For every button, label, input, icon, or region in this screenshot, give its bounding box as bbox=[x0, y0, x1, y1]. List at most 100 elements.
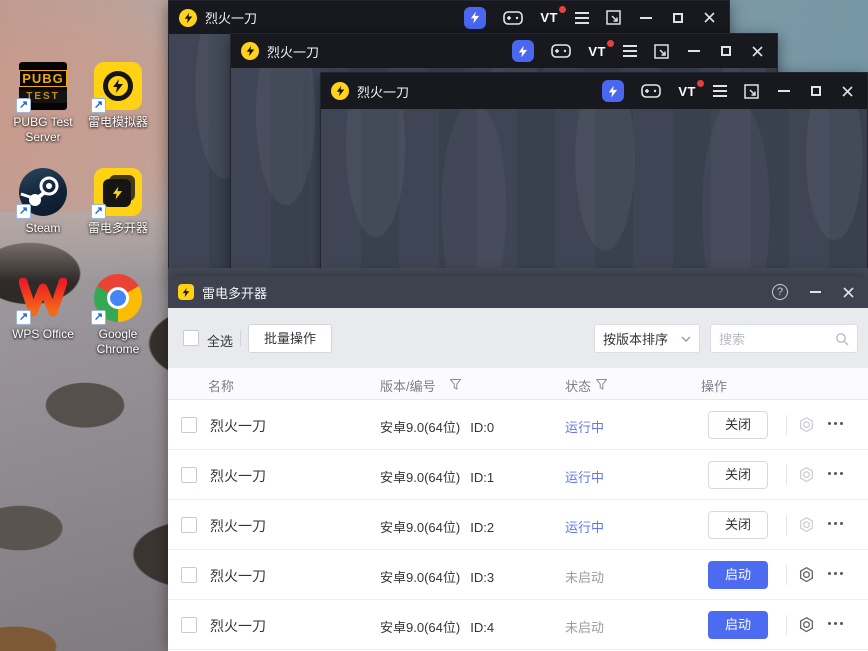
desktop-icon-ld-multi[interactable]: ↗ 雷电多开器 bbox=[80, 168, 156, 236]
maximize-button[interactable] bbox=[811, 86, 821, 96]
settings-gear-icon[interactable] bbox=[798, 566, 815, 589]
pubg-art-text: PUBG bbox=[19, 69, 67, 87]
stop-button[interactable]: 关闭 bbox=[708, 411, 768, 439]
icon-label: PUBG Test Server bbox=[13, 115, 73, 144]
instance-row[interactable]: 烈火一刀 安卓9.0(64位) ID:0 运行中 关闭 bbox=[168, 400, 868, 450]
start-button[interactable]: 启动 bbox=[708, 611, 768, 639]
maximize-button[interactable] bbox=[721, 46, 731, 56]
stop-button[interactable]: 关闭 bbox=[708, 511, 768, 539]
window-title: 烈火一刀 bbox=[205, 11, 258, 26]
status-badge: 运行中 bbox=[565, 520, 605, 535]
row-checkbox[interactable] bbox=[181, 617, 197, 633]
gamepad-icon[interactable] bbox=[641, 84, 662, 98]
row-divider bbox=[786, 565, 787, 585]
desktop-icon-wps-office[interactable]: ↗ WPS Office bbox=[5, 274, 81, 342]
ld-multi-logo-icon bbox=[178, 284, 194, 300]
desktop-icon-ldplayer[interactable]: ↗ 雷电模拟器 bbox=[80, 62, 156, 130]
close-button[interactable] bbox=[752, 45, 763, 57]
chevron-down-icon bbox=[681, 336, 691, 342]
shrink-window-icon[interactable] bbox=[654, 43, 669, 59]
instance-row[interactable]: 烈火一刀 安卓9.0(64位) ID:1 运行中 关闭 bbox=[168, 450, 868, 500]
help-icon[interactable]: ? bbox=[772, 284, 788, 300]
sort-dropdown[interactable]: 按版本排序 bbox=[594, 324, 700, 353]
menu-icon[interactable] bbox=[623, 45, 637, 57]
more-icon[interactable] bbox=[828, 522, 843, 525]
settings-gear-icon[interactable] bbox=[798, 616, 815, 639]
vt-label: VT bbox=[678, 83, 696, 99]
row-divider bbox=[786, 615, 787, 635]
search-placeholder: 搜索 bbox=[719, 332, 746, 347]
row-checkbox[interactable] bbox=[181, 567, 197, 583]
instance-version: 安卓9.0(64位) bbox=[380, 570, 461, 585]
window-title: 烈火一刀 bbox=[267, 44, 320, 60]
vt-badge[interactable]: VT bbox=[540, 6, 566, 25]
close-button[interactable] bbox=[842, 85, 853, 97]
close-button[interactable] bbox=[843, 286, 854, 298]
vt-badge[interactable]: VT bbox=[678, 79, 704, 99]
icon-label: 雷电多开器 bbox=[87, 221, 148, 235]
shrink-window-icon[interactable] bbox=[606, 10, 621, 25]
instance-row[interactable]: 烈火一刀 安卓9.0(64位) ID:2 运行中 关闭 bbox=[168, 500, 868, 550]
shortcut-arrow-icon: ↗ bbox=[16, 310, 31, 325]
emulator-3-titlebar[interactable]: 烈火一刀 VT bbox=[321, 73, 867, 109]
shortcut-arrow-icon: ↗ bbox=[16, 98, 31, 113]
more-icon[interactable] bbox=[828, 622, 843, 625]
status-badge: 运行中 bbox=[565, 470, 605, 485]
minimize-button[interactable] bbox=[688, 50, 700, 52]
vt-badge[interactable]: VT bbox=[588, 39, 614, 59]
row-checkbox[interactable] bbox=[181, 417, 197, 433]
stop-button[interactable]: 关闭 bbox=[708, 461, 768, 489]
desktop-icon-pubg-test-server[interactable]: PUBG TEST ↗ PUBG Test Server bbox=[5, 62, 81, 145]
minimize-button[interactable] bbox=[810, 291, 821, 293]
gamepad-icon[interactable] bbox=[503, 10, 524, 25]
shortcut-arrow-icon: ↗ bbox=[16, 204, 31, 219]
desktop: PUBG TEST ↗ PUBG Test Server ↗ 雷电模拟器 ↗ S… bbox=[0, 0, 868, 651]
close-button[interactable] bbox=[704, 12, 715, 23]
emulator-2-titlebar[interactable]: 烈火一刀 VT bbox=[231, 34, 777, 68]
status-badge: 未启动 bbox=[565, 620, 605, 635]
instance-id: ID:0 bbox=[470, 420, 495, 435]
row-checkbox[interactable] bbox=[181, 517, 197, 533]
maximize-button[interactable] bbox=[673, 12, 683, 23]
more-icon[interactable] bbox=[828, 422, 843, 425]
shortcut-arrow-icon: ↗ bbox=[91, 310, 106, 325]
ldplayer-logo-icon bbox=[241, 42, 259, 60]
minimize-button[interactable] bbox=[640, 16, 652, 19]
more-icon[interactable] bbox=[828, 572, 843, 575]
gamepad-icon[interactable] bbox=[551, 44, 572, 58]
shrink-window-icon[interactable] bbox=[744, 83, 759, 99]
sort-dropdown-value: 按版本排序 bbox=[603, 332, 669, 347]
filter-icon[interactable] bbox=[596, 379, 607, 390]
filter-icon[interactable] bbox=[450, 379, 461, 390]
settings-gear-icon[interactable] bbox=[798, 516, 815, 539]
vt-label: VT bbox=[588, 43, 606, 59]
desktop-icon-steam[interactable]: ↗ Steam bbox=[5, 168, 81, 236]
more-icon[interactable] bbox=[828, 472, 843, 475]
boost-icon[interactable] bbox=[602, 80, 625, 102]
instance-row[interactable]: 烈火一刀 安卓9.0(64位) ID:4 未启动 启动 bbox=[168, 600, 868, 650]
vt-label: VT bbox=[540, 10, 558, 25]
emulator-1-titlebar[interactable]: 烈火一刀 VT bbox=[169, 1, 729, 34]
toolbar-divider bbox=[240, 330, 241, 346]
emulator-screen[interactable] bbox=[321, 109, 867, 275]
notification-dot bbox=[697, 79, 704, 87]
instance-version: 安卓9.0(64位) bbox=[380, 420, 461, 435]
settings-gear-icon[interactable] bbox=[798, 466, 815, 489]
instance-id: ID:3 bbox=[470, 570, 495, 585]
batch-operations-button[interactable]: 批量操作 bbox=[248, 324, 333, 353]
manager-titlebar[interactable]: 雷电多开器 ? bbox=[168, 276, 868, 308]
start-button[interactable]: 启动 bbox=[708, 561, 768, 589]
menu-icon[interactable] bbox=[713, 85, 727, 97]
boost-icon[interactable] bbox=[464, 6, 487, 29]
desktop-icon-google-chrome[interactable]: ↗ Google Chrome bbox=[80, 274, 156, 357]
instance-row[interactable]: 烈火一刀 安卓9.0(64位) ID:3 未启动 启动 bbox=[168, 550, 868, 600]
instance-id: ID:1 bbox=[470, 470, 495, 485]
boost-icon[interactable] bbox=[512, 40, 535, 62]
row-checkbox[interactable] bbox=[181, 467, 197, 483]
select-all-checkbox[interactable] bbox=[183, 330, 199, 346]
settings-gear-icon[interactable] bbox=[798, 416, 815, 439]
menu-icon[interactable] bbox=[575, 11, 589, 24]
search-input[interactable]: 搜索 bbox=[710, 324, 858, 353]
instance-version: 安卓9.0(64位) bbox=[380, 620, 461, 635]
minimize-button[interactable] bbox=[778, 90, 790, 92]
